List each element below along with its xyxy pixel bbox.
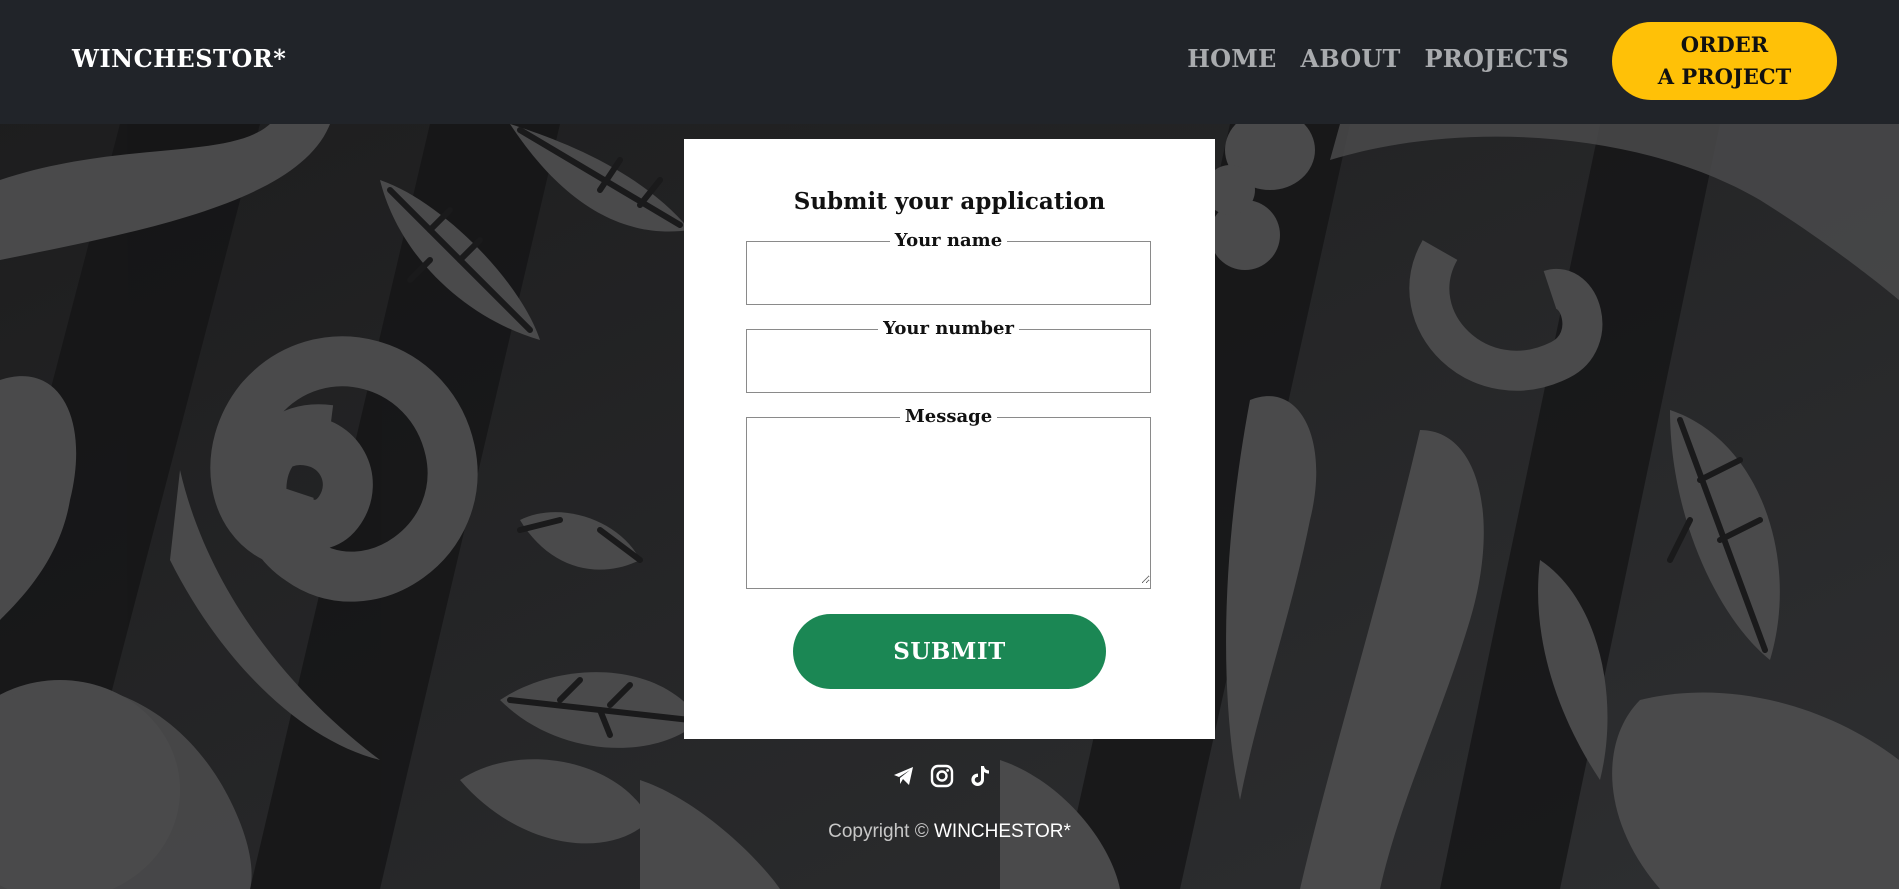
telegram-icon[interactable] (892, 764, 916, 788)
message-fieldset: Message (746, 408, 1151, 589)
instagram-icon[interactable] (930, 764, 954, 788)
tiktok-icon[interactable] (968, 764, 992, 788)
order-button-line1: ORDER (1680, 32, 1769, 57)
number-label: Your number (883, 318, 1014, 339)
message-label: Message (904, 406, 993, 427)
nav-about[interactable]: ABOUT (1301, 44, 1401, 73)
nav-projects[interactable]: PROJECTS (1425, 44, 1569, 73)
brand-logo[interactable]: WINCHESTOR* (72, 44, 286, 73)
number-fieldset: Your number (746, 320, 1151, 393)
copyright-prefix: Copyright © (828, 821, 929, 842)
copyright-company: WINCHESTOR* (934, 821, 1071, 842)
main-nav: HOME ABOUT PROJECTS (1187, 44, 1569, 73)
name-label: Your name (894, 230, 1003, 251)
order-button-line2: A PROJECT (1657, 64, 1792, 89)
order-project-button[interactable]: ORDER A PROJECT (1612, 22, 1837, 100)
name-fieldset: Your name (746, 232, 1151, 305)
site-header: WINCHESTOR* HOME ABOUT PROJECTS ORDER A … (0, 0, 1899, 124)
name-input[interactable] (747, 250, 1150, 302)
social-links (892, 764, 992, 788)
message-textarea[interactable] (747, 426, 1150, 584)
nav-home[interactable]: HOME (1187, 44, 1276, 73)
form-title: Submit your application (793, 188, 1106, 215)
copyright: Copyright © WINCHESTOR* (0, 821, 1899, 843)
submit-button[interactable]: SUBMIT (793, 614, 1106, 689)
number-input[interactable] (747, 338, 1150, 390)
